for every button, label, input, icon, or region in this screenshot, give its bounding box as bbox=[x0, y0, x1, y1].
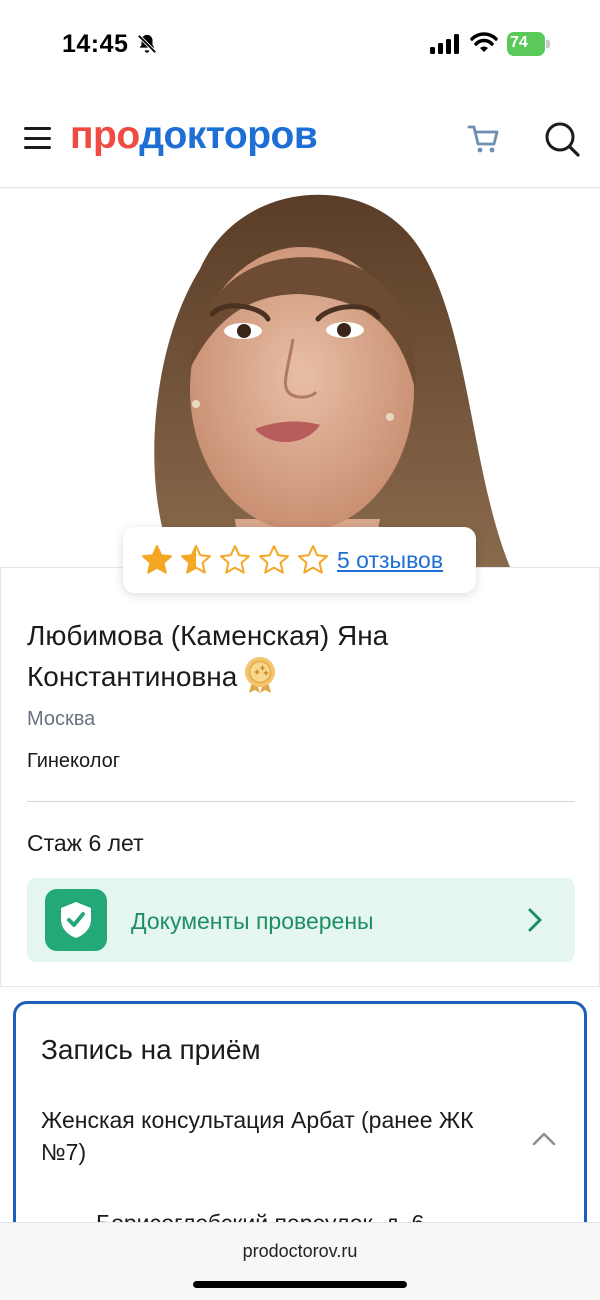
documents-verified-label: Документы проверены bbox=[131, 908, 374, 934]
award-badge-icon bbox=[245, 657, 276, 693]
doctor-city: Москва bbox=[27, 708, 96, 730]
logo-part-doctorov: докторов bbox=[139, 114, 318, 157]
clinic-name[interactable]: Женская консультация Арбат (ранее ЖК №7) bbox=[41, 1104, 501, 1168]
status-bar: 14:45 74 bbox=[0, 0, 600, 90]
chevron-up-icon[interactable] bbox=[532, 1130, 556, 1146]
doctor-name-text: Любимова (Каменская) Яна Константиновна bbox=[27, 620, 389, 692]
divider bbox=[27, 801, 575, 802]
documents-verified-button[interactable]: Документы проверены bbox=[27, 878, 575, 962]
star-half-icon bbox=[181, 545, 211, 574]
home-indicator[interactable] bbox=[193, 1281, 407, 1288]
url-text: prodoctorov.ru bbox=[242, 1241, 358, 1261]
chevron-right-icon bbox=[528, 908, 542, 932]
doctor-profile-card: Любимова (Каменская) Яна Константиновна … bbox=[0, 567, 600, 987]
reviews-link[interactable]: 5 отзывов bbox=[337, 547, 443, 574]
battery-charging-icon: 74 bbox=[507, 32, 551, 56]
doctor-name: Любимова (Каменская) Яна Константиновна bbox=[27, 616, 547, 697]
appointment-title: Запись на приём bbox=[41, 1034, 261, 1065]
logo-part-pro: про bbox=[70, 114, 140, 157]
menu-icon[interactable] bbox=[24, 127, 51, 149]
search-icon[interactable] bbox=[543, 120, 581, 158]
doctor-specialty[interactable]: Гинеколог bbox=[27, 750, 120, 773]
signal-icon bbox=[430, 34, 459, 54]
star-filled-icon bbox=[142, 545, 172, 574]
battery-level: 74 bbox=[510, 34, 528, 51]
status-time: 14:45 bbox=[62, 30, 129, 58]
app-header: продокторов bbox=[0, 90, 600, 188]
star-empty-icon bbox=[298, 545, 328, 574]
shield-check-icon bbox=[45, 889, 107, 951]
cart-icon[interactable] bbox=[467, 123, 501, 155]
bell-slash-icon bbox=[137, 34, 157, 54]
browser-url-bar[interactable]: prodoctorov.ru bbox=[0, 1222, 600, 1300]
rating-pill: 5 отзывов bbox=[123, 527, 476, 593]
logo[interactable]: продокторов bbox=[70, 114, 318, 158]
star-empty-icon bbox=[220, 545, 250, 574]
wifi-icon bbox=[470, 32, 498, 52]
doctor-experience: Стаж 6 лет bbox=[27, 830, 144, 856]
star-empty-icon bbox=[259, 545, 289, 574]
doctor-photo bbox=[0, 189, 600, 567]
